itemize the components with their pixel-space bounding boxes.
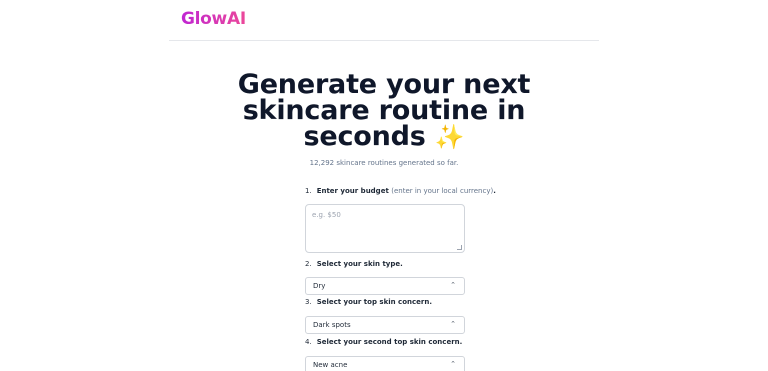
budget-input[interactable]: e.g. $50 (305, 204, 465, 253)
hero-line-3-text: seconds (303, 121, 426, 152)
resize-handle-icon[interactable] (457, 245, 462, 250)
sparkles-icon: ✨ (434, 123, 465, 151)
step-2-text: Select your skin type. (316, 260, 403, 268)
step-4-text: Select your second top skin concern. (316, 338, 463, 346)
step-2-label: 2. Select your skin type. (305, 260, 403, 268)
chevron-up-icon: ⌃ (450, 360, 456, 368)
top-concern-select[interactable]: Dark spots ⌃ (305, 316, 465, 334)
step-3-label: 3. Select your top skin concern. (305, 298, 432, 306)
chevron-up-icon: ⌃ (450, 281, 456, 289)
step-3-text: Select your top skin concern. (316, 298, 432, 306)
chevron-up-icon: ⌃ (450, 320, 456, 328)
second-concern-select[interactable]: New acne ⌃ (305, 356, 465, 371)
top-concern-value: Dark spots (313, 321, 351, 329)
step-4-number: 4. (305, 338, 312, 346)
step-1-text: Enter your budget (316, 187, 389, 195)
step-1-suffix: . (493, 187, 496, 195)
glowai-logo[interactable]: GlowAI (181, 9, 246, 29)
routines-counter: 12,292 skincare routines generated so fa… (309, 159, 459, 167)
step-1-hint: (enter in your local currency) (391, 187, 494, 195)
hero-line-3: seconds ✨ (0, 121, 768, 152)
budget-placeholder: e.g. $50 (312, 211, 341, 219)
step-2-number: 2. (305, 260, 312, 268)
step-4-label: 4. Select your second top skin concern. (305, 338, 462, 346)
step-3-number: 3. (305, 298, 312, 306)
skin-type-select[interactable]: Dry ⌃ (305, 277, 465, 295)
hero-title: Generate your next skincare routine in s… (0, 71, 768, 152)
second-concern-value: New acne (313, 361, 348, 369)
step-1-number: 1. (305, 187, 312, 195)
skin-type-value: Dry (313, 282, 326, 290)
top-header: GlowAI (169, 0, 599, 41)
step-1-label: 1. Enter your budget (enter in your local… (305, 187, 496, 195)
